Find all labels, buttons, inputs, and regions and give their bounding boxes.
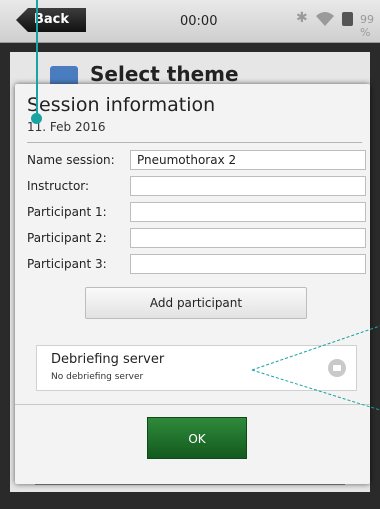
dialog-title: Session information bbox=[27, 94, 216, 116]
field-label: Instructor: bbox=[27, 179, 90, 193]
debriefing-server-item[interactable]: Debriefing server No debriefing server bbox=[36, 345, 357, 391]
form-row-participant-1: Participant 1: bbox=[27, 202, 367, 224]
divider bbox=[15, 404, 370, 405]
name-session-input[interactable] bbox=[130, 150, 366, 170]
ok-button[interactable]: OK bbox=[147, 417, 247, 459]
callout-line bbox=[36, 0, 38, 116]
battery-icon bbox=[342, 12, 353, 26]
field-label: Participant 2: bbox=[27, 231, 107, 245]
field-label: Participant 3: bbox=[27, 257, 107, 271]
form-row-participant-3: Participant 3: bbox=[27, 254, 367, 276]
field-label: Participant 1: bbox=[27, 205, 107, 219]
add-participant-button[interactable]: Add participant bbox=[85, 287, 307, 319]
form-row-instructor: Instructor: bbox=[27, 176, 367, 198]
background-title: Select theme bbox=[90, 62, 239, 86]
wifi-icon bbox=[316, 12, 334, 26]
participant-3-input[interactable] bbox=[130, 254, 366, 274]
session-dialog: Session information 11. Feb 2016 Name se… bbox=[15, 84, 370, 484]
device-frame: Back 00:00 ✱ 99 % Select theme Session i… bbox=[0, 0, 380, 509]
divider bbox=[27, 142, 362, 143]
callout-dot bbox=[31, 113, 42, 124]
participant-1-input[interactable] bbox=[130, 202, 366, 222]
instructor-input[interactable] bbox=[130, 176, 366, 196]
debriefing-status: No debriefing server bbox=[51, 372, 144, 382]
camera-toggle-icon[interactable] bbox=[328, 359, 346, 377]
clock: 00:00 bbox=[180, 14, 218, 29]
bluetooth-icon: ✱ bbox=[296, 10, 308, 26]
bottom-divider bbox=[35, 484, 345, 485]
back-button[interactable]: Back bbox=[16, 8, 86, 32]
debriefing-title: Debriefing server bbox=[51, 352, 165, 367]
status-bar: Back 00:00 ✱ 99 % bbox=[0, 0, 380, 43]
participant-2-input[interactable] bbox=[130, 228, 366, 248]
battery-level: 99 % bbox=[360, 13, 374, 39]
field-label: Name session: bbox=[27, 153, 115, 167]
form-row-participant-2: Participant 2: bbox=[27, 228, 367, 250]
form-row-name-session: Name session: bbox=[27, 150, 367, 172]
